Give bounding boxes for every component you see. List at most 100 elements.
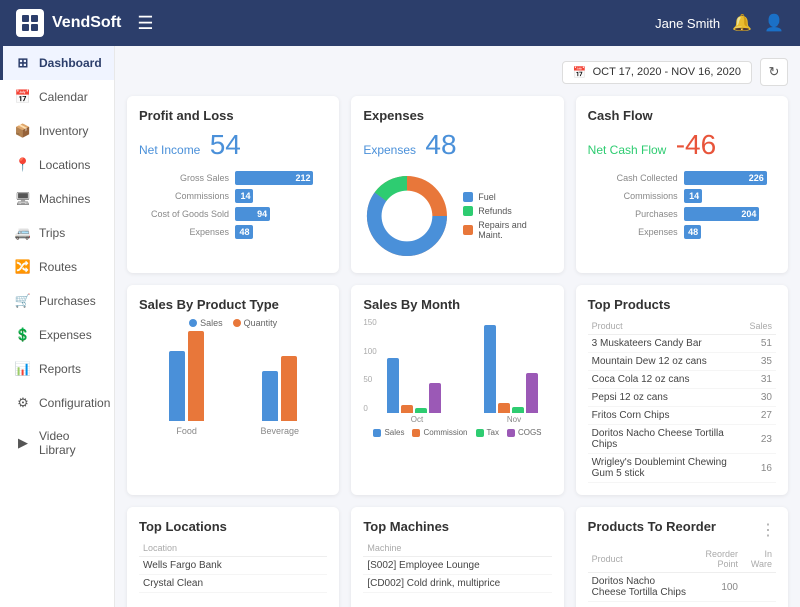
sidebar-item-video-library[interactable]: ▶ Video Library (0, 420, 114, 466)
routes-icon: 🔀 (15, 259, 31, 275)
bl-dot-commission (412, 429, 420, 437)
sidebar-item-locations[interactable]: 📍 Locations (0, 148, 114, 182)
products-reorder-card: Products To Reorder ⋮ Product Reorder Po… (576, 507, 788, 607)
sidebar-label-expenses: Expenses (39, 328, 92, 342)
reorder-point: 100 (690, 573, 742, 602)
net-income-label: Net Income (139, 143, 200, 157)
month-label-oct: Oct (387, 415, 446, 424)
bar-container-expenses: 48 (235, 225, 327, 239)
sales-product-title: Sales By Product Type (139, 297, 327, 312)
nov-commission-bar (498, 403, 510, 413)
machine-name: [CD002] Cold drink, multiprice (363, 575, 551, 593)
logo-text: VendSoft (52, 14, 121, 32)
sidebar-item-configuration[interactable]: ⚙ Configuration (0, 386, 114, 420)
sidebar-item-routes[interactable]: 🔀 Routes (0, 250, 114, 284)
top-machines-table: Machine [S002] Employee Lounge[CD002] Co… (363, 540, 551, 593)
y-label-100: 100 (363, 347, 376, 356)
sidebar-item-dashboard[interactable]: ⊞ Dashboard (0, 46, 114, 80)
month-x-labels: Oct Nov (363, 415, 551, 424)
top-products-card: Top Products Product Sales 3 Muskateers … (576, 285, 788, 495)
sidebar-item-trips[interactable]: 🚐 Trips (0, 216, 114, 250)
bar-commissions: 14 (235, 189, 253, 203)
product-sales: 31 (745, 371, 776, 389)
food-qty-bar (188, 331, 204, 421)
list-item: [S002] Employee Lounge (363, 557, 551, 575)
main-content: 📅 OCT 17, 2020 - NOV 16, 2020 ↻ Profit a… (115, 46, 800, 607)
y-axis: 150 100 50 0 (363, 318, 376, 413)
oct-commission-bar (401, 405, 413, 413)
bar-row-gross-sales: Gross Sales 212 (139, 171, 327, 185)
sidebar-label-configuration: Configuration (39, 396, 110, 410)
user-icon[interactable]: 👤 (764, 13, 784, 33)
cash-flow-metric: Net Cash Flow -46 (588, 129, 776, 161)
month-chart-legend: Sales Commission Tax COGS (363, 428, 551, 437)
bar-val-expenses: 48 (240, 227, 250, 237)
cf-label-collected: Cash Collected (588, 173, 678, 183)
legend-sales: Sales (189, 318, 223, 328)
table-row: Coca Cola 12 oz cans31 (588, 371, 776, 389)
cf-container-purchases: 204 (684, 207, 776, 221)
product-name: Mountain Dew 12 oz cans (588, 353, 746, 371)
top-machines-title: Top Machines (363, 519, 551, 534)
cf-label-expenses: Expenses (588, 227, 678, 237)
sidebar-label-inventory: Inventory (39, 124, 88, 138)
bl-sales: Sales (373, 428, 404, 437)
profit-loss-title: Profit and Loss (139, 108, 327, 123)
bl-dot-tax (476, 429, 484, 437)
sidebar-item-expenses[interactable]: 💲 Expenses (0, 318, 114, 352)
legend-dot-refunds (463, 206, 473, 216)
cash-flow-bars: Cash Collected 226 Commissions 14 Purcha… (588, 171, 776, 239)
col-sales-header: Sales (745, 318, 776, 335)
sidebar-label-machines: Machines (39, 192, 90, 206)
reorder-product-name: Doritos Nacho Cheese Tortilla Chips (588, 573, 691, 602)
cf-bar-row-commissions: Commissions 14 (588, 189, 776, 203)
expenses-value: 48 (425, 129, 456, 160)
legend-label-repairs: Repairs and Maint. (478, 220, 551, 240)
bl-label-cogs: COGS (518, 428, 542, 437)
legend-dot-repairs (463, 225, 473, 235)
bar-container-commissions: 14 (235, 189, 327, 203)
legend-label-fuel: Fuel (478, 192, 496, 202)
sidebar-item-inventory[interactable]: 📦 Inventory (0, 114, 114, 148)
top-locations-card: Top Locations Location Wells Fargo BankC… (127, 507, 339, 607)
cf-container-expenses: 48 (684, 225, 776, 239)
sidebar-item-machines[interactable]: 🖥 Machines (0, 182, 114, 216)
sales-month-card: Sales By Month (351, 285, 563, 495)
sidebar-item-purchases[interactable]: 🛒 Purchases (0, 284, 114, 318)
bar-group-food: Food (149, 331, 224, 436)
nov-tax-bar (512, 407, 524, 413)
legend-quantity: Quantity (233, 318, 278, 328)
bar-container-cogs: 94 (235, 207, 327, 221)
bar-label-cogs: Cost of Goods Sold (139, 209, 229, 219)
list-item: Wells Fargo Bank (139, 557, 327, 575)
refresh-button[interactable]: ↻ (760, 58, 788, 86)
video-icon: ▶ (15, 435, 31, 451)
locations-icon: 📍 (15, 157, 31, 173)
reorder-card-header: Products To Reorder ⋮ (588, 519, 776, 540)
col-inware-header: In Ware (742, 546, 776, 573)
bl-cogs: COGS (507, 428, 542, 437)
product-sales: 27 (745, 407, 776, 425)
bell-icon[interactable]: 🔔 (732, 13, 752, 33)
bar-cogs: 94 (235, 207, 270, 221)
list-item: Doritos Nacho Cheese Tortilla Chips100 (588, 573, 776, 602)
beverage-qty-bar (281, 356, 297, 421)
food-sales-bar (169, 351, 185, 421)
hamburger-icon[interactable]: ☰ (137, 13, 153, 34)
product-name: Pepsi 12 oz cans (588, 389, 746, 407)
profit-loss-bars: Gross Sales 212 Commissions 14 Cost of G… (139, 171, 327, 239)
cf-bar-row-expenses: Expenses 48 (588, 225, 776, 239)
bl-dot-cogs (507, 429, 515, 437)
legend-fuel: Fuel (463, 192, 551, 202)
nov-cogs-bar (526, 373, 538, 413)
oct-bar-group (387, 358, 446, 413)
sidebar-item-calendar[interactable]: 📅 Calendar (0, 80, 114, 114)
sidebar-item-reports[interactable]: 📊 Reports (0, 352, 114, 386)
date-range-picker[interactable]: 📅 OCT 17, 2020 - NOV 16, 2020 (562, 61, 752, 84)
cf-bar-commissions: 14 (684, 189, 702, 203)
col-reorder-point-header: Reorder Point (690, 546, 742, 573)
net-cash-flow-label: Net Cash Flow (588, 143, 667, 157)
bl-dot-sales (373, 429, 381, 437)
y-label-50: 50 (363, 375, 376, 384)
kebab-menu[interactable]: ⋮ (760, 520, 776, 540)
